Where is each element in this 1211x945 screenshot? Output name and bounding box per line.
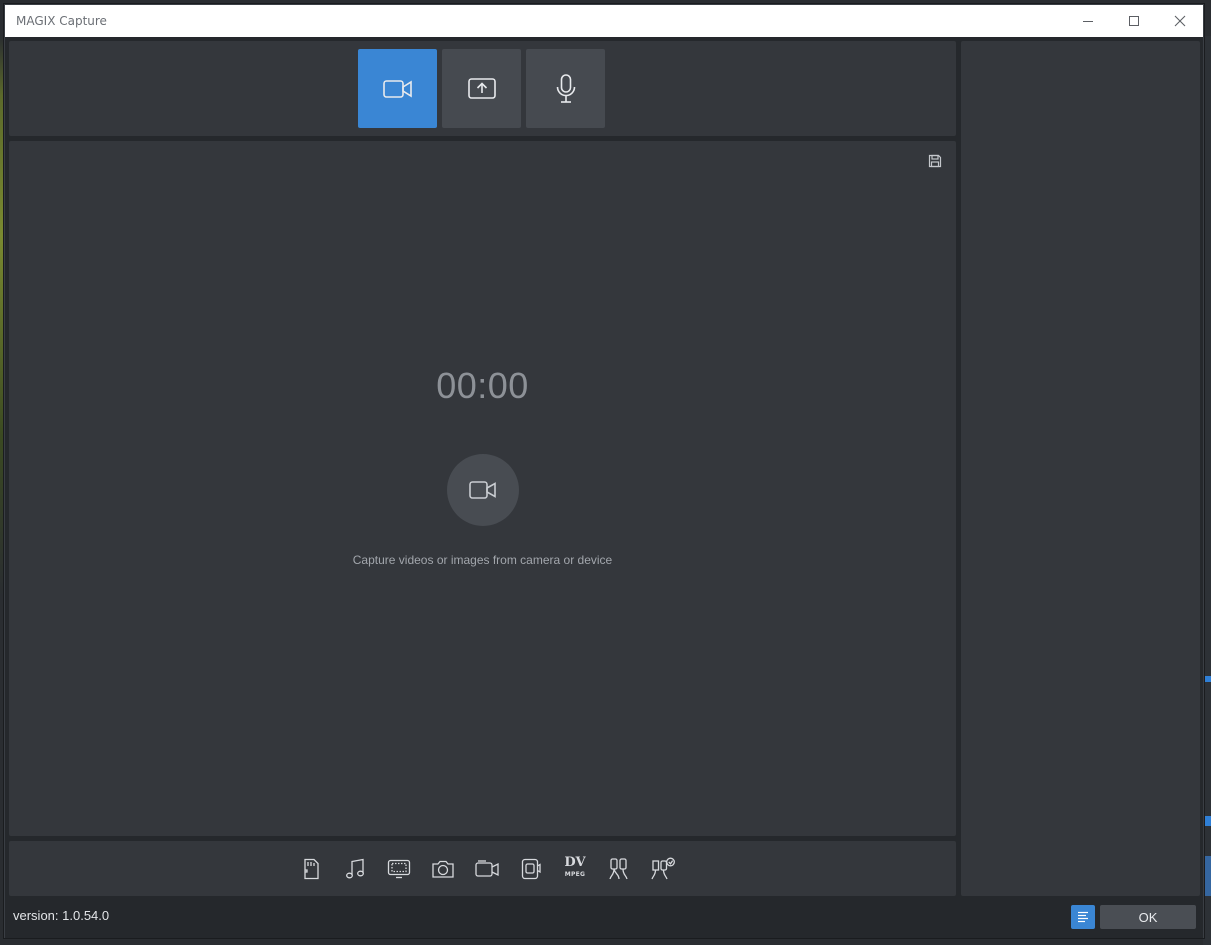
video-camera-icon: [382, 79, 412, 98]
background-app-right-edge: [1203, 36, 1211, 945]
window-title: MAGIX Capture: [16, 14, 107, 28]
mode-selector-panel: [9, 41, 956, 136]
mpeg-label: MPEG: [564, 871, 586, 878]
analog-cables-device-button[interactable]: [597, 855, 641, 883]
title-bar[interactable]: MAGIX Capture: [5, 5, 1203, 37]
music-note-icon: [346, 858, 364, 879]
dv-mpeg-icon: DV MPEG: [564, 855, 586, 881]
webcam-device-button[interactable]: [509, 855, 553, 883]
analog-refresh-device-button[interactable]: [641, 855, 685, 883]
camcorder-icon: [475, 860, 499, 877]
log-toggle-button[interactable]: [1071, 905, 1095, 929]
video-camera-icon: [469, 481, 496, 499]
window-controls: [1065, 5, 1203, 37]
sd-card-icon: [304, 858, 319, 880]
analog-cables-icon: [609, 858, 628, 880]
microphone-icon: [556, 73, 575, 103]
audio-mode-button[interactable]: [526, 49, 605, 128]
tv-device-button[interactable]: [377, 855, 421, 883]
screen-upload-icon: [467, 77, 496, 99]
webcam-icon: [521, 858, 541, 880]
maximize-icon: [1129, 16, 1139, 26]
close-icon: [1174, 15, 1186, 27]
floppy-disk-icon: [928, 154, 942, 168]
preview-panel: 00:00 Capture videos or images from came…: [9, 141, 956, 836]
minimize-button[interactable]: [1065, 5, 1111, 37]
record-button[interactable]: [447, 454, 519, 526]
screen-mode-button[interactable]: [442, 49, 521, 128]
dv-label: DV: [564, 855, 586, 870]
camcorder-device-button[interactable]: [465, 855, 509, 883]
tv-icon: [387, 859, 411, 879]
magix-capture-window: MAGIX Capture 00:00 Capture videos or im…: [4, 4, 1204, 938]
close-button[interactable]: [1157, 5, 1203, 37]
photo-camera-icon: [432, 860, 454, 878]
capture-hint-text: Capture videos or images from camera or …: [352, 553, 613, 567]
maximize-button[interactable]: [1111, 5, 1157, 37]
device-icon-row: DV MPEG: [289, 855, 685, 883]
save-button[interactable]: [928, 153, 942, 168]
camera-mode-button[interactable]: [358, 49, 437, 128]
settings-side-panel: [961, 41, 1200, 896]
minimize-icon: [1083, 21, 1093, 22]
log-lines-icon: [1078, 911, 1088, 923]
photo-camera-device-button[interactable]: [421, 855, 465, 883]
ok-button[interactable]: OK: [1100, 905, 1196, 929]
device-selector-panel: DV MPEG: [9, 841, 956, 896]
sd-card-device-button[interactable]: [289, 855, 333, 883]
analog-cables-refresh-icon: [651, 857, 675, 880]
dv-mpeg-device-button[interactable]: DV MPEG: [553, 855, 597, 883]
recording-timer: 00:00: [436, 365, 529, 406]
version-label: version: 1.0.54.0: [13, 908, 110, 923]
footer-bar: version: 1.0.54.0 OK: [5, 898, 1203, 938]
audio-file-device-button[interactable]: [333, 855, 377, 883]
